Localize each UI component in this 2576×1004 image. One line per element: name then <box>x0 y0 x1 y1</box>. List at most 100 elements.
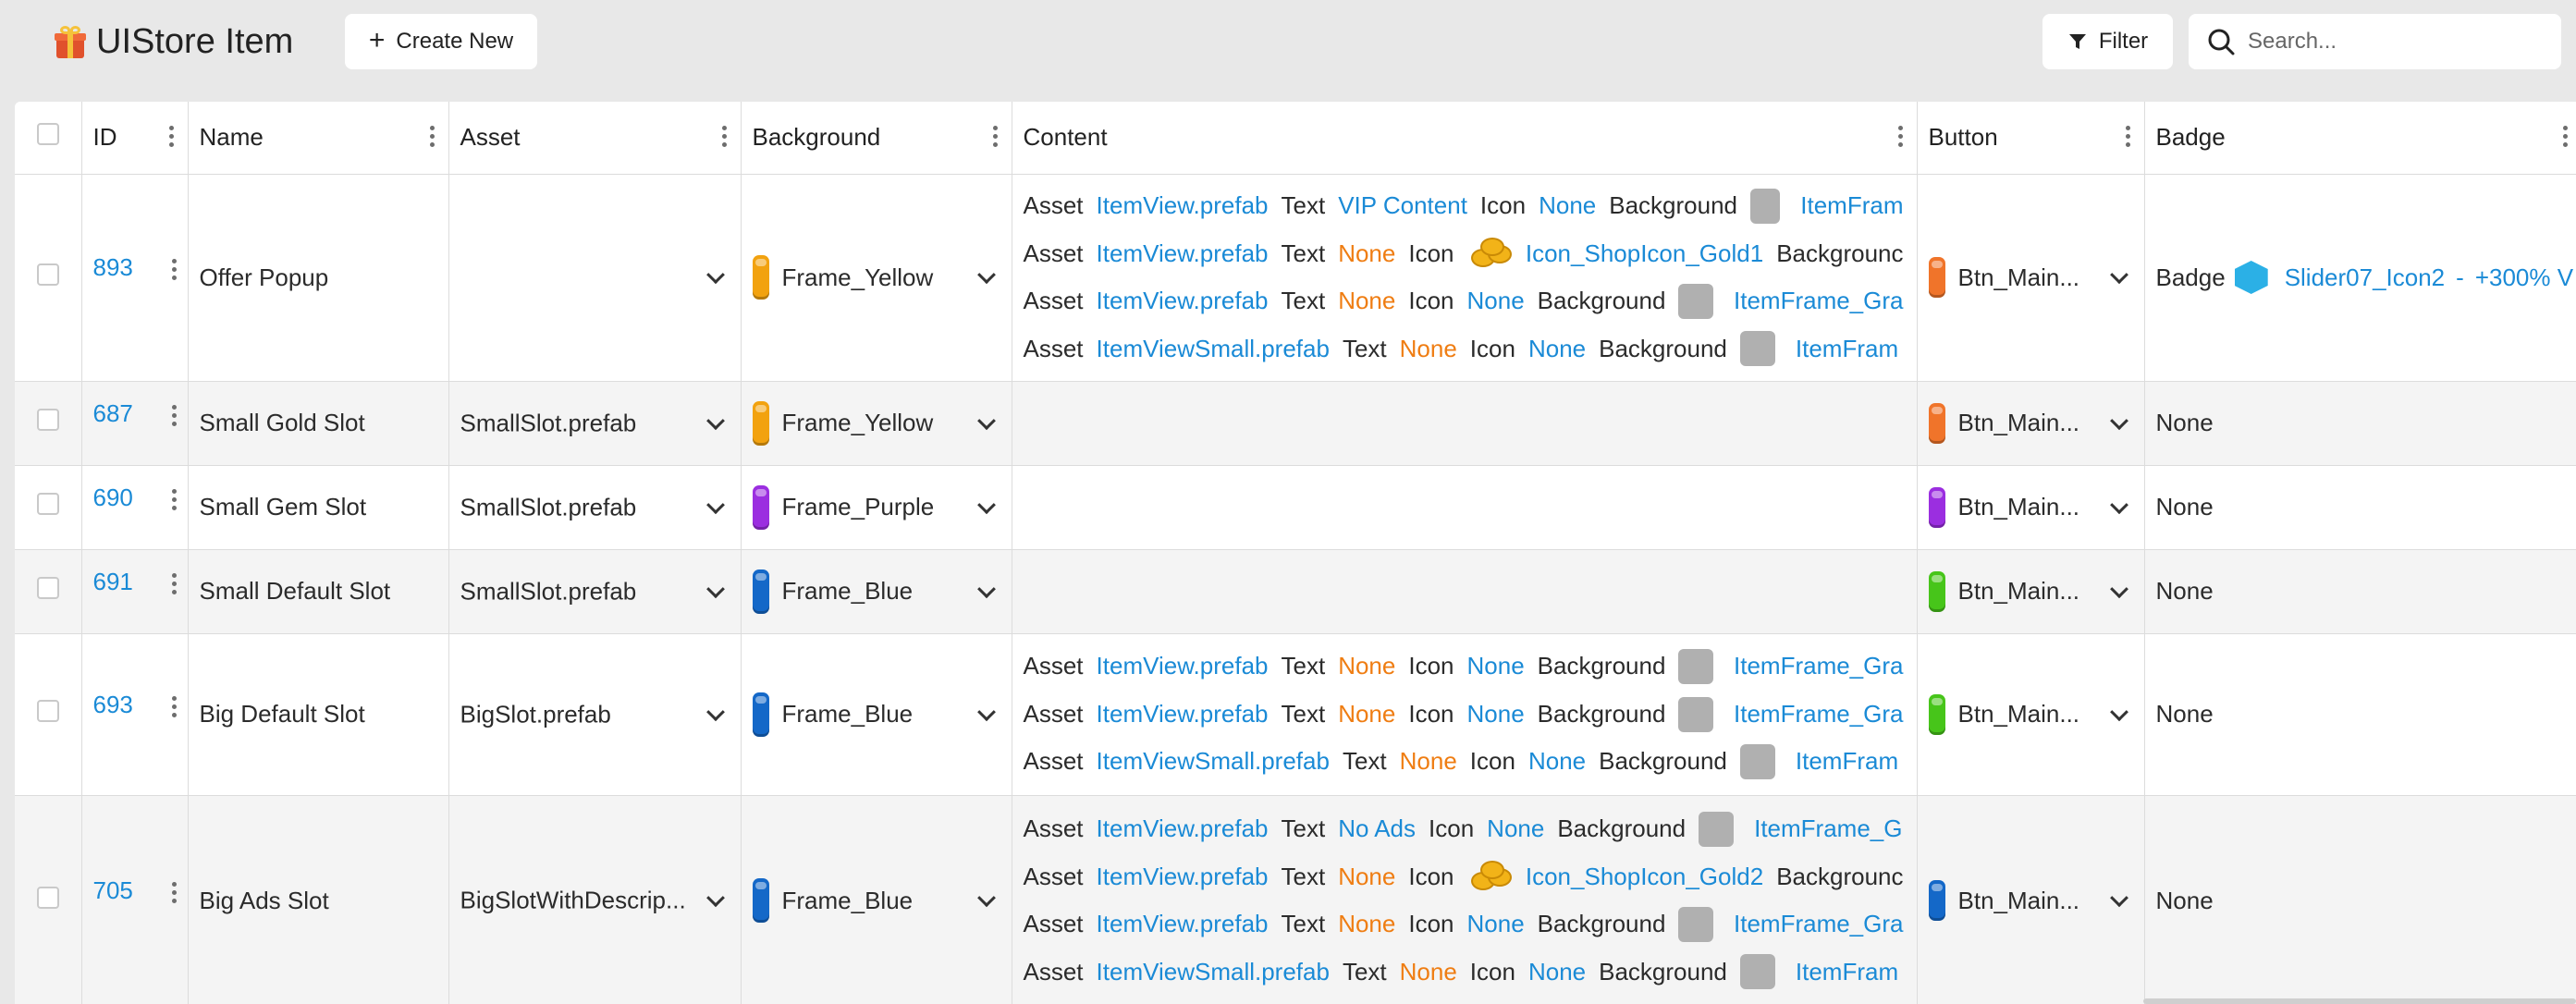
content-asset-link[interactable]: ItemView.prefab <box>1097 230 1269 278</box>
content-asset-link[interactable]: ItemView.prefab <box>1097 277 1269 325</box>
row-menu-icon[interactable] <box>171 572 177 594</box>
row-menu-icon[interactable] <box>171 404 177 426</box>
table-row[interactable]: 893 Offer Popup Frame_Yellow Asset ItemView.… <box>15 174 2576 382</box>
row-checkbox[interactable] <box>36 700 59 722</box>
chevron-down-icon[interactable] <box>976 265 996 285</box>
content-icon-value[interactable]: None <box>1528 325 1586 373</box>
row-checkbox[interactable] <box>36 409 59 431</box>
chevron-down-icon[interactable] <box>976 495 996 514</box>
content-text-value[interactable]: None <box>1338 643 1395 691</box>
chevron-down-icon[interactable] <box>705 495 725 514</box>
column-menu-icon[interactable] <box>168 126 175 150</box>
column-header-name[interactable]: Name <box>188 102 449 175</box>
button-select[interactable]: Btn_Main... <box>1917 795 2145 1004</box>
content-icon-value[interactable]: None <box>1539 182 1596 230</box>
content-icon-link[interactable]: Icon_ShopIcon_Gold1 <box>1526 230 1763 278</box>
chevron-down-icon[interactable] <box>705 410 725 430</box>
button-select[interactable]: Btn_Main... <box>1917 381 2145 466</box>
row-menu-icon[interactable] <box>171 882 177 903</box>
row-id-link[interactable]: 687 <box>93 399 133 428</box>
content-bg-link[interactable]: ItemFram <box>1796 325 1898 373</box>
column-header-button[interactable]: Button <box>1917 102 2145 175</box>
asset-select[interactable]: BigSlotWithDescrip... <box>448 795 742 1004</box>
chevron-down-icon[interactable] <box>2109 888 2128 908</box>
content-asset-link[interactable]: ItemViewSmall.prefab <box>1097 325 1330 373</box>
content-icon-value[interactable]: None <box>1467 277 1525 325</box>
column-header-id[interactable]: ID <box>81 102 189 175</box>
content-asset-link[interactable]: ItemView.prefab <box>1097 805 1269 853</box>
table-row[interactable]: 705 Big Ads Slot BigSlotWithDescrip... Fram… <box>15 795 2576 1004</box>
filter-button[interactable]: Filter <box>2042 14 2173 69</box>
content-icon-value[interactable]: None <box>1467 900 1525 949</box>
background-select[interactable]: Frame_Blue <box>741 633 1012 796</box>
chevron-down-icon[interactable] <box>976 579 996 598</box>
content-text-value[interactable]: No Ads <box>1338 805 1416 853</box>
content-asset-link[interactable]: ItemViewSmall.prefab <box>1097 738 1330 786</box>
create-new-button[interactable]: + Create New <box>345 14 537 69</box>
content-icon-value[interactable]: None <box>1528 738 1586 786</box>
button-select[interactable]: Btn_Main... <box>1917 174 2145 382</box>
table-row[interactable]: 690 Small Gem Slot SmallSlot.prefab Frame_P… <box>15 465 2576 550</box>
chevron-down-icon[interactable] <box>705 888 725 908</box>
content-icon-value[interactable]: None <box>1467 691 1525 739</box>
content-text-value[interactable]: VIP Content <box>1338 182 1467 230</box>
row-menu-icon[interactable] <box>171 488 177 510</box>
content-text-value[interactable]: None <box>1338 277 1395 325</box>
column-menu-icon[interactable] <box>1897 126 1904 150</box>
content-asset-link[interactable]: ItemView.prefab <box>1097 643 1269 691</box>
content-bg-link[interactable]: ItemFram <box>1796 949 1898 997</box>
content-text-value[interactable]: None <box>1338 853 1395 901</box>
background-select[interactable]: Frame_Yellow <box>741 381 1012 466</box>
chevron-down-icon[interactable] <box>976 410 996 430</box>
asset-select[interactable]: SmallSlot.prefab <box>448 381 742 466</box>
column-header-content[interactable]: Content <box>1012 102 1918 175</box>
chevron-down-icon[interactable] <box>705 265 725 285</box>
content-bg-link[interactable]: ItemFrame_Gra <box>1734 277 1904 325</box>
badge-icon-link[interactable]: Slider07_Icon2 <box>2285 263 2445 292</box>
row-id-link[interactable]: 690 <box>93 484 133 512</box>
chevron-down-icon[interactable] <box>705 702 725 721</box>
row-id-link[interactable]: 691 <box>93 568 133 596</box>
row-id-link[interactable]: 705 <box>93 876 133 905</box>
chevron-down-icon[interactable] <box>2109 265 2128 285</box>
content-text-value[interactable]: None <box>1400 949 1457 997</box>
table-row[interactable]: 693 Big Default Slot BigSlot.prefab Frame_B… <box>15 633 2576 796</box>
row-checkbox[interactable] <box>36 263 59 286</box>
column-menu-icon[interactable] <box>2563 126 2569 150</box>
chevron-down-icon[interactable] <box>705 579 725 598</box>
table-row[interactable]: 691 Small Default Slot SmallSlot.prefab Fra… <box>15 549 2576 634</box>
background-select[interactable]: Frame_Purple <box>741 465 1012 550</box>
row-menu-icon[interactable] <box>171 259 177 280</box>
select-all-checkbox[interactable] <box>36 123 59 146</box>
chevron-down-icon[interactable] <box>2109 410 2128 430</box>
button-select[interactable]: Btn_Main... <box>1917 633 2145 796</box>
content-text-value[interactable]: None <box>1400 325 1457 373</box>
asset-select[interactable]: SmallSlot.prefab <box>448 549 742 634</box>
column-header-background[interactable]: Background <box>741 102 1012 175</box>
search-input[interactable] <box>2248 29 2544 55</box>
content-asset-link[interactable]: ItemViewSmall.prefab <box>1097 949 1330 997</box>
content-icon-value[interactable]: None <box>1528 949 1586 997</box>
badge-extra-value[interactable]: +300% V <box>2475 263 2573 292</box>
content-icon-value[interactable]: None <box>1487 805 1544 853</box>
chevron-down-icon[interactable] <box>2109 702 2128 721</box>
horizontal-scrollbar[interactable] <box>2143 998 2576 1004</box>
asset-select[interactable] <box>448 174 742 382</box>
content-asset-link[interactable]: ItemView.prefab <box>1097 182 1269 230</box>
row-menu-icon[interactable] <box>171 695 177 717</box>
content-bg-link[interactable]: ItemFrame_Gra <box>1734 691 1904 739</box>
row-checkbox[interactable] <box>36 577 59 599</box>
column-menu-icon[interactable] <box>429 126 435 150</box>
content-asset-link[interactable]: ItemView.prefab <box>1097 853 1269 901</box>
chevron-down-icon[interactable] <box>2109 495 2128 514</box>
content-bg-link[interactable]: ItemFram <box>1796 738 1898 786</box>
content-text-value[interactable]: None <box>1338 230 1395 278</box>
column-header-badge[interactable]: Badge <box>2144 102 2576 175</box>
content-bg-link[interactable]: ItemFram <box>1800 182 1903 230</box>
content-asset-link[interactable]: ItemView.prefab <box>1097 691 1269 739</box>
table-row[interactable]: 687 Small Gold Slot SmallSlot.prefab Frame_… <box>15 381 2576 466</box>
content-bg-link[interactable]: ItemFrame_G <box>1754 805 1902 853</box>
button-select[interactable]: Btn_Main... <box>1917 465 2145 550</box>
asset-select[interactable]: BigSlot.prefab <box>448 633 742 796</box>
asset-select[interactable]: SmallSlot.prefab <box>448 465 742 550</box>
